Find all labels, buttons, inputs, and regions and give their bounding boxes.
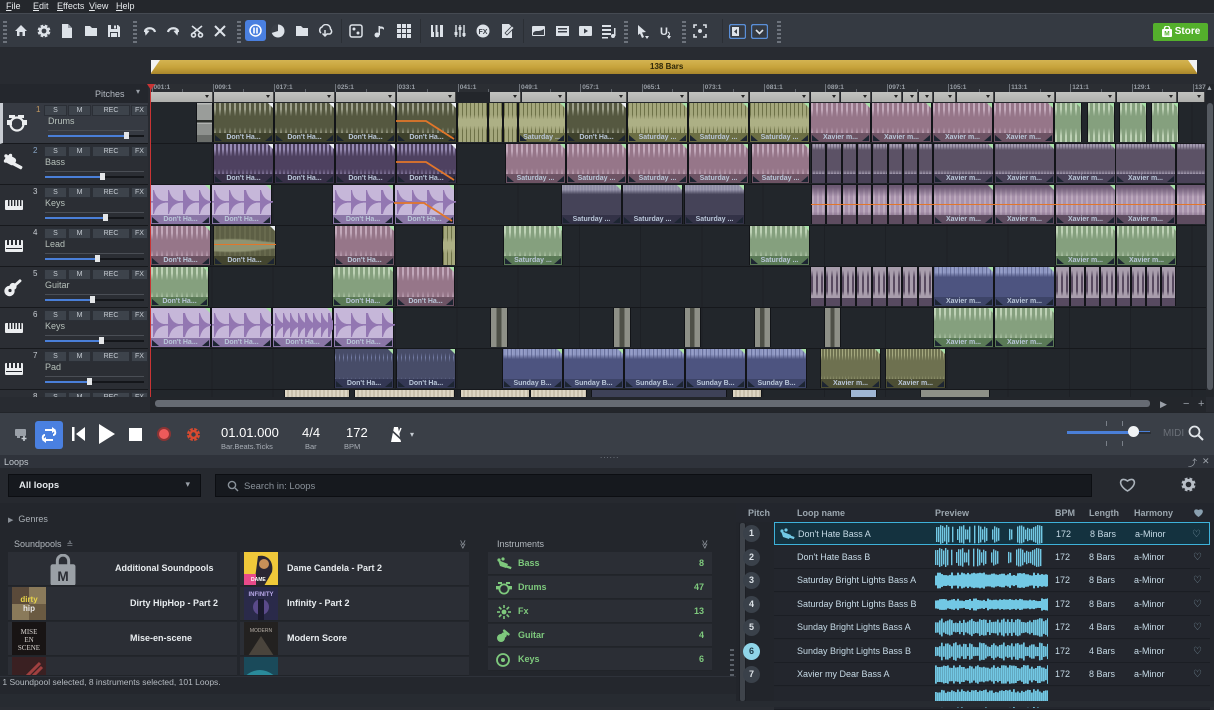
svg-text:U: U [660,26,668,38]
svg-text:FX: FX [479,29,488,36]
svg-text:DAME: DAME [251,577,266,583]
svg-text:M: M [57,569,68,584]
svg-text:dirty: dirty [20,595,38,604]
svg-text:M: M [1164,31,1169,38]
svg-text:MISE: MISE [21,628,38,636]
svg-text:SCENE: SCENE [18,644,40,652]
svg-text:MODERN: MODERN [250,628,273,634]
svg-text:hip: hip [23,604,35,613]
svg-text:INFINITY: INFINITY [249,592,274,598]
svg-text:EN: EN [24,636,33,644]
